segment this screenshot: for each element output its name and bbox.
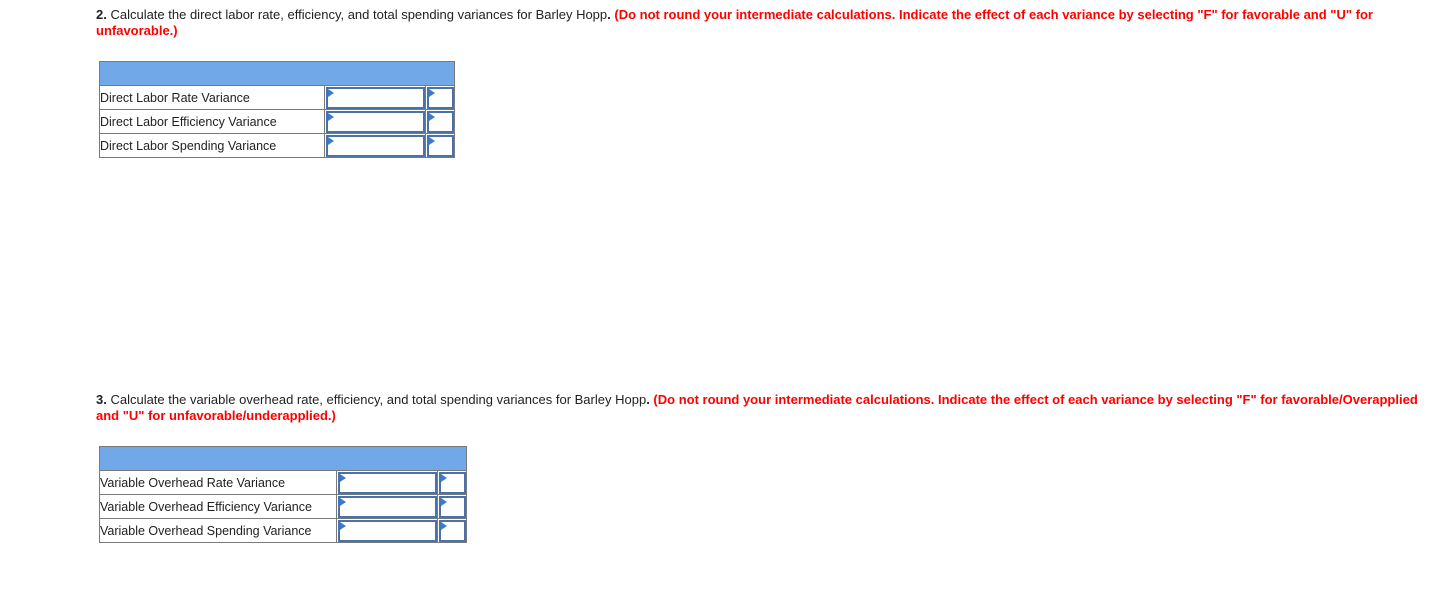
table-row: Variable Overhead Efficiency Variance [99,494,467,519]
table-row: Variable Overhead Spending Variance [99,518,467,543]
input-flag-icon [429,113,435,121]
variance-amount-input[interactable] [338,496,437,518]
row-label: Direct Labor Efficiency Variance [99,109,325,134]
input-flag-icon [441,474,447,482]
variance-amount-input[interactable] [326,135,425,157]
variance-amount-input[interactable] [338,472,437,494]
row-label: Variable Overhead Rate Variance [99,470,337,495]
variable-overhead-variance-table: Variable Overhead Rate Variance Variable… [99,446,467,543]
row-label: Variable Overhead Efficiency Variance [99,494,337,519]
variance-effect-select[interactable] [439,472,466,494]
input-flag-icon [441,522,447,530]
question-number: 3. [96,392,107,407]
table-row: Direct Labor Rate Variance [99,85,455,110]
variance-amount-input[interactable] [326,87,425,109]
question-text: Calculate the variable overhead rate, ef… [106,392,647,407]
input-flag-icon [340,474,346,482]
row-label: Direct Labor Rate Variance [99,85,325,110]
variance-effect-select[interactable] [439,496,466,518]
input-flag-icon [441,498,447,506]
input-flag-icon [340,498,346,506]
variance-effect-select[interactable] [427,87,454,109]
table-row: Direct Labor Efficiency Variance [99,109,455,134]
question-text: Calculate the direct labor rate, efficie… [106,7,608,22]
variance-amount-input[interactable] [326,111,425,133]
input-flag-icon [429,137,435,145]
variance-effect-select[interactable] [427,111,454,133]
variance-effect-select[interactable] [439,520,466,542]
variance-effect-select[interactable] [427,135,454,157]
question-number: 2. [96,7,107,22]
input-flag-icon [328,137,334,145]
variance-amount-input[interactable] [338,520,437,542]
row-label: Variable Overhead Spending Variance [99,518,337,543]
input-flag-icon [328,113,334,121]
table-header-row [99,61,455,86]
input-flag-icon [429,89,435,97]
question-3: 3. Calculate the variable overhead rate,… [96,392,1418,423]
question-2: 2. Calculate the direct labor rate, effi… [96,7,1373,38]
input-flag-icon [328,89,334,97]
table-row: Direct Labor Spending Variance [99,133,455,158]
table-header-row [99,446,467,471]
row-label: Direct Labor Spending Variance [99,133,325,158]
input-flag-icon [340,522,346,530]
direct-labor-variance-table: Direct Labor Rate Variance Direct Labor … [99,61,455,158]
table-row: Variable Overhead Rate Variance [99,470,467,495]
